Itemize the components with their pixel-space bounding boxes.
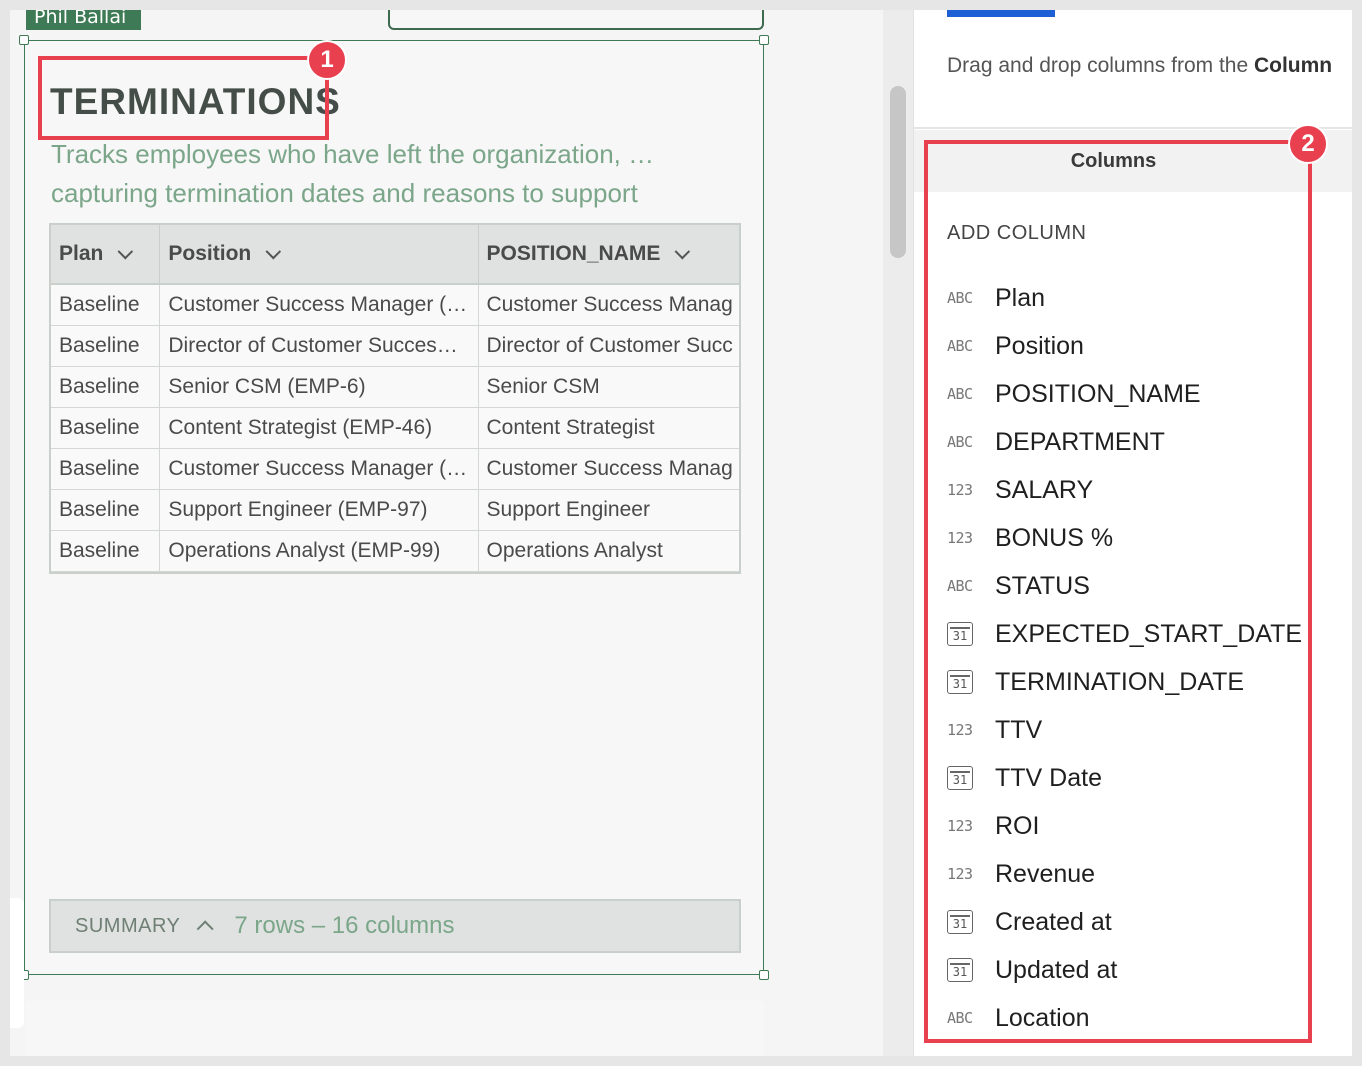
table-cell[interactable]: Support Engineer [479,490,739,530]
side-panel-edge [10,898,24,1028]
drag-drop-hint: Drag and drop columns from the Column [947,54,1352,78]
element-below[interactable] [26,1000,764,1056]
annotation-badge-2: 2 [1288,124,1328,164]
description-line: capturing termination dates and reasons … [51,178,638,208]
description-line: Tracks employees who have left the organ… [51,139,655,169]
table-cell[interactable]: Senior CSM (EMP-6) [160,367,479,407]
column-header-label: Plan [59,242,104,265]
table-cell[interactable]: Director of Customer Succes… [160,326,479,366]
column-header-position[interactable]: Position [160,225,479,283]
row-column-count: 7 rows – 16 columns [234,912,455,939]
table-header: Plan Position POSITION_NAME [51,225,739,285]
table-row[interactable]: Baseline Content Strategist (EMP-46) Conte… [51,408,739,449]
resize-handle-bottom-right[interactable] [759,970,769,980]
resize-handle-top-right[interactable] [759,35,769,45]
table-cell[interactable]: Customer Success Manager (… [160,285,479,325]
vertical-scrollbar[interactable] [890,86,906,258]
resize-handle-top-left[interactable] [19,35,29,45]
app-screen: Phil Ballai TERMINATIONS Tracks employee… [10,10,1352,1056]
table-row[interactable]: Baseline Director of Customer Succes… Dire… [51,326,739,367]
workbook-canvas: Phil Ballai TERMINATIONS Tracks employee… [10,10,884,1056]
table-cell[interactable]: Support Engineer (EMP-97) [160,490,479,530]
table-cell[interactable]: Content Strategist [479,408,739,448]
highlight-box-columns [924,140,1312,1043]
summary-label: SUMMARY [75,914,181,937]
table-row[interactable]: Baseline Operations Analyst (EMP-99) Opera… [51,531,739,572]
table-cell[interactable]: Baseline [51,531,161,571]
chevron-down-icon[interactable] [117,243,134,259]
table-cell[interactable]: Baseline [51,367,161,407]
table-cell[interactable]: Customer Success Manag [479,285,739,325]
element-above[interactable] [388,10,764,30]
table-cell[interactable]: Baseline [51,449,161,489]
table-cell[interactable]: Director of Customer Succ [479,326,739,366]
table-row[interactable]: Baseline Senior CSM (EMP-6) Senior CSM [51,367,739,408]
table-cell[interactable]: Customer Success Manag [479,449,739,489]
table-cell[interactable]: Baseline [51,490,161,530]
table-cell[interactable]: Baseline [51,285,161,325]
panel-divider [914,127,1352,129]
data-table: Plan Position POSITION_NAME Baseline Cust… [49,223,741,574]
table-cell[interactable]: Content Strategist (EMP-46) [160,408,479,448]
table-cell[interactable]: Baseline [51,326,161,366]
table-cell[interactable]: Operations Analyst [479,531,739,571]
annotation-badge-1: 1 [307,40,347,80]
hint-bold-text: Column [1253,54,1333,77]
table-row[interactable]: Baseline Customer Success Manager (… Custo… [51,285,739,326]
column-header-position-name[interactable]: POSITION_NAME [479,225,739,283]
active-tab-indicator [947,10,1055,17]
column-header-label: Position [168,242,252,265]
column-header-label: POSITION_NAME [486,242,661,265]
table-body: Baseline Customer Success Manager (… Custo… [51,285,739,572]
table-row[interactable]: Baseline Support Engineer (EMP-97) Support… [51,490,739,531]
terminations-table-element[interactable]: TERMINATIONS Tracks employees who have l… [19,35,769,980]
hint-text: Drag and drop columns from the [947,54,1254,77]
chevron-up-icon[interactable] [197,920,215,938]
highlight-box-title [38,56,329,140]
chevron-down-icon[interactable] [674,243,691,259]
chevron-down-icon[interactable] [265,243,282,259]
table-row[interactable]: Baseline Customer Success Manager (… Custo… [51,449,739,490]
table-cell[interactable]: Senior CSM [479,367,739,407]
column-header-plan[interactable]: Plan [51,225,161,283]
table-cell[interactable]: Baseline [51,408,161,448]
collaborator-tag: Phil Ballai [26,10,141,30]
table-cell[interactable]: Customer Success Manager (… [160,449,479,489]
summary-bar[interactable]: SUMMARY 7 rows – 16 columns [49,899,741,953]
element-description: Tracks employees who have left the organ… [51,135,671,213]
table-cell[interactable]: Operations Analyst (EMP-99) [160,531,479,571]
